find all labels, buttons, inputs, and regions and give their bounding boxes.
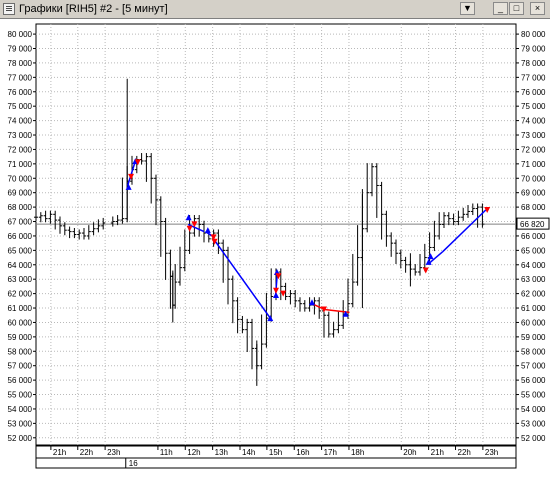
- y-tick-label-right: 55 000: [521, 391, 546, 400]
- y-tick-label-right: 72 000: [521, 145, 546, 154]
- y-tick-label-right: 70 000: [521, 174, 546, 183]
- y-tick-label-left: 76 000: [8, 88, 33, 97]
- y-tick-label-left: 70 000: [8, 174, 33, 183]
- y-tick-label-right: 63 000: [521, 275, 546, 284]
- minimize-button[interactable]: _: [493, 2, 508, 15]
- maximize-button[interactable]: □: [509, 2, 524, 15]
- y-tick-label-left: 65 000: [8, 246, 33, 255]
- y-tick-label-left: 78 000: [8, 59, 33, 68]
- y-tick-label-left: 67 000: [8, 218, 33, 227]
- y-tick-label-left: 63 000: [8, 275, 33, 284]
- y-tick-label-left: 73 000: [8, 131, 33, 140]
- y-tick-label-right: 53 000: [521, 419, 546, 428]
- chart-window-icon: [3, 3, 15, 15]
- y-tick-label-right: 54 000: [521, 405, 546, 414]
- y-tick-label-left: 77 000: [8, 73, 33, 82]
- date-axis: [35, 457, 517, 469]
- y-tick-label-left: 69 000: [8, 189, 33, 198]
- y-tick-label-left: 52 000: [8, 434, 33, 443]
- y-tick-label-right: 57 000: [521, 362, 546, 371]
- y-tick-label-right: 56 000: [521, 376, 546, 385]
- y-tick-label-left: 80 000: [8, 30, 33, 39]
- window-title: Графики [RIH5] #2 - [5 минут]: [19, 3, 168, 15]
- plot-border: [35, 23, 517, 446]
- y-tick-label-left: 72 000: [8, 145, 33, 154]
- x-tick-label: 22h: [80, 448, 93, 457]
- x-tick-label: 21h: [53, 448, 66, 457]
- y-tick-label-left: 74 000: [8, 117, 33, 126]
- y-tick-label-right: 79 000: [521, 45, 546, 54]
- chart-area[interactable]: 80 000 80 000 79 000 79 000 78 000 78 000 77 0…: [0, 19, 550, 478]
- y-tick-label-left: 66 000: [8, 232, 33, 241]
- y-tick-label-right: 66 000: [521, 232, 546, 241]
- last-price-label: 66 820: [520, 220, 545, 229]
- y-tick-label-left: 71 000: [8, 160, 33, 169]
- x-tick-label: 14h: [242, 448, 255, 457]
- y-tick-label-right: 74 000: [521, 117, 546, 126]
- y-tick-label-left: 59 000: [8, 333, 33, 342]
- y-tick-label-right: 65 000: [521, 246, 546, 255]
- y-tick-label-right: 62 000: [521, 290, 546, 299]
- y-tick-label-right: 77 000: [521, 73, 546, 82]
- x-tick-label: 20h: [403, 448, 416, 457]
- y-tick-label-right: 58 000: [521, 347, 546, 356]
- x-tick-label: 12h: [187, 448, 200, 457]
- y-tick-label-right: 78 000: [521, 59, 546, 68]
- close-button[interactable]: ×: [530, 2, 545, 15]
- y-tick-label-left: 68 000: [8, 203, 33, 212]
- y-tick-label-right: 52 000: [521, 434, 546, 443]
- y-tick-label-right: 73 000: [521, 131, 546, 140]
- x-tick-label: 17h: [324, 448, 337, 457]
- x-tick-label: 21h: [431, 448, 444, 457]
- y-tick-label-right: 60 000: [521, 318, 546, 327]
- y-tick-label-right: 68 000: [521, 203, 546, 212]
- window-titlebar: Графики [RIH5] #2 - [5 минут] ▼ _ □ ×: [0, 0, 550, 19]
- x-tick-label: 11h: [160, 448, 173, 457]
- price-chart: 80 000 80 000 79 000 79 000 78 000 78 000 77 0…: [8, 23, 550, 469]
- y-tick-label-left: 79 000: [8, 45, 33, 54]
- x-tick-label: 23h: [485, 448, 498, 457]
- y-tick-label-left: 58 000: [8, 347, 33, 356]
- y-tick-label-right: 71 000: [521, 160, 546, 169]
- x-tick-label: 13h: [215, 448, 228, 457]
- y-tick-label-left: 60 000: [8, 318, 33, 327]
- y-tick-label-left: 56 000: [8, 376, 33, 385]
- y-tick-label-right: 76 000: [521, 88, 546, 97]
- y-tick-label-right: 80 000: [521, 30, 546, 39]
- y-tick-label-left: 55 000: [8, 391, 33, 400]
- y-tick-label-left: 57 000: [8, 362, 33, 371]
- y-tick-label-right: 69 000: [521, 189, 546, 198]
- x-tick-label: 18h: [351, 448, 364, 457]
- y-tick-label-left: 54 000: [8, 405, 33, 414]
- y-tick-label-left: 53 000: [8, 419, 33, 428]
- y-tick-label-right: 61 000: [521, 304, 546, 313]
- x-tick-label: 22h: [458, 448, 471, 457]
- scroll-down-button[interactable]: ▼: [460, 2, 475, 15]
- y-tick-label-right: 64 000: [521, 261, 546, 270]
- y-tick-label-right: 75 000: [521, 102, 546, 111]
- y-tick-label-left: 64 000: [8, 261, 33, 270]
- y-tick-label-left: 61 000: [8, 304, 33, 313]
- x-tick-label: 23h: [107, 448, 120, 457]
- y-tick-label-left: 75 000: [8, 102, 33, 111]
- x-tick-label: 16h: [296, 448, 309, 457]
- y-tick-label-right: 59 000: [521, 333, 546, 342]
- x-tick-label: 15h: [269, 448, 282, 457]
- date-label: 16: [129, 459, 138, 468]
- y-tick-label-left: 62 000: [8, 290, 33, 299]
